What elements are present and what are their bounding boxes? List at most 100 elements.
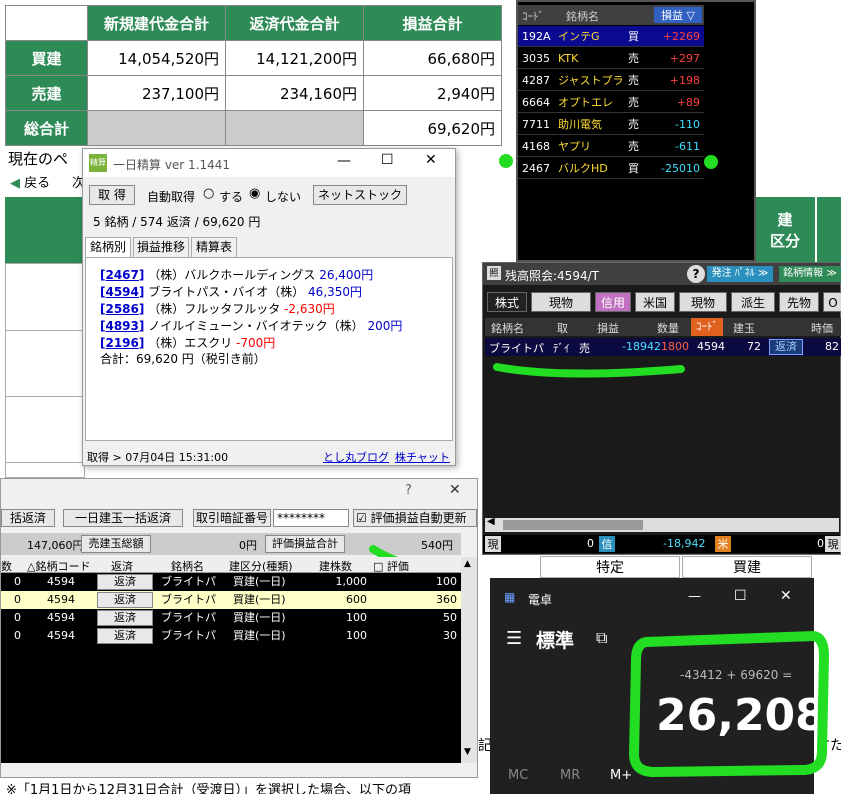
bulk-repay-button[interactable]: 括返済 (1, 509, 55, 527)
row-code: 4594 (47, 629, 75, 642)
row-repay-button[interactable]: 返済 (97, 592, 153, 608)
zandaka-tab[interactable]: 現物 (531, 292, 591, 312)
row-repay-button[interactable]: 返済 (97, 610, 153, 626)
table-row[interactable]: 0 4594 返済 ブライトパ 買建(一日) 100 30 (1, 627, 461, 645)
ranking-code: 3035 (522, 52, 550, 65)
position-row[interactable]: ブライトパ ﾃﾞｲ 売 -18942 1800 4594 72 返済 82 (485, 338, 841, 356)
auto-fetch-label: 自動取得 (147, 190, 196, 204)
green-dot-annotation (704, 155, 718, 169)
stock-info-button[interactable]: 銘柄情報 ≫ (779, 266, 841, 282)
radio-off-selected[interactable]: ◉ (249, 186, 260, 201)
close-icon[interactable]: ✕ (449, 482, 461, 498)
summary-table: 新規建代金合計 返済代金合計 損益合計 買建 14,054,520円 14,12… (5, 5, 502, 146)
scroll-up-icon[interactable]: ▲ (464, 559, 471, 569)
repay-button[interactable]: 返済 (769, 339, 803, 355)
row-name: ブライトパ (161, 629, 216, 642)
zandaka-tab[interactable]: 先物 (779, 292, 819, 312)
ranking-row[interactable]: 4168 ヤプリ 売 -611 (518, 136, 704, 157)
sort-pl-header[interactable]: 損益 ▽ (654, 7, 702, 23)
stock-name: ノイルイミューン・バイオテック（株） (148, 319, 364, 333)
scroll-down-icon[interactable]: ▼ (464, 747, 471, 757)
table-row[interactable]: 0 4594 返済 ブライトパ 買建(一日) 1,000 100 (1, 573, 461, 591)
bottom-note: ※「1月1日から12月31日合計（受渡日）」を選択した場合、以下の項 (6, 783, 412, 794)
ranking-name: オプトエレ (558, 96, 613, 109)
tab-pl-trend[interactable]: 損益推移 (133, 237, 189, 257)
ranking-code: 2467 (522, 162, 550, 175)
window-icon: 照 (487, 266, 501, 280)
ranking-name: KTK (558, 52, 579, 65)
scroll-thumb[interactable] (503, 520, 643, 530)
auto-update-checkbox[interactable]: ☑ 評価損益自動更新 (353, 509, 477, 527)
tab-by-stock[interactable]: 銘柄別 (85, 237, 131, 257)
close-icon[interactable]: ✕ (780, 588, 792, 604)
row-repay-button[interactable]: 返済 (97, 628, 153, 644)
stock-code-link[interactable]: 2467 (105, 268, 138, 282)
netstock-button[interactable]: ネットストック (313, 185, 407, 205)
zandaka-tab[interactable]: O (823, 292, 841, 312)
ranking-row[interactable]: 2467 バルクHD 買 -25010 (518, 158, 704, 179)
ranking-row[interactable]: 3035 KTK 売 +297 (518, 48, 704, 69)
order-panel-button[interactable]: 発注 ﾊﾟﾈﾙ ≫ (707, 266, 773, 282)
header-repay-total: 返済代金合計 (225, 5, 364, 41)
close-icon[interactable]: ✕ (425, 152, 437, 168)
row-code: 4594 (47, 611, 75, 624)
ranking-row[interactable]: 4287 ジャストプラ売 +198 (518, 70, 704, 91)
row-eval: 30 (443, 629, 457, 642)
maximize-icon[interactable]: ☐ (734, 588, 747, 604)
title-bar: 照 残高照会:4594/T ? 発注 ﾊﾟﾈﾙ ≫ 銘柄情報 ≫ (483, 263, 841, 285)
scroll-left-icon[interactable]: ◀ (487, 516, 495, 527)
maximize-icon[interactable]: ☐ (381, 152, 394, 168)
stock-code-link[interactable]: 2586 (105, 302, 138, 316)
ranking-row[interactable]: 7711 助川電気 売 -110 (518, 114, 704, 135)
ranking-window: ｺｰﾄﾞ 銘柄名 損益 ▽ 192A インテG 買 +2269 3035 KTK 売 +297… (516, 0, 756, 262)
memory-recall-button[interactable]: MR (560, 768, 580, 783)
row-repay-button[interactable]: 返済 (97, 574, 153, 590)
day-bulk-repay-button[interactable]: 一日建玉一括返済 (63, 509, 183, 527)
ranking-row[interactable]: 6664 オプトエレ 売 +89 (518, 92, 704, 113)
zandaka-tab[interactable]: 派生 (731, 292, 775, 312)
hamburger-menu-icon[interactable]: ☰ (506, 628, 522, 649)
ranking-side: 買 (628, 162, 639, 175)
zandaka-tab[interactable]: 現物 (679, 292, 727, 312)
help-icon[interactable]: ? (405, 483, 412, 498)
back-link[interactable]: ◀ 戻る (10, 172, 50, 191)
pin-input[interactable]: ******** (273, 509, 349, 527)
keep-on-top-icon[interactable]: ⧉ (596, 628, 607, 648)
help-icon[interactable]: ? (687, 265, 705, 283)
tab-settlement-table[interactable]: 精算表 (191, 237, 237, 257)
stock-code-link[interactable]: 4594 (105, 285, 138, 299)
memory-clear-button[interactable]: MC (508, 768, 528, 783)
chart-link[interactable]: 株チャット (395, 449, 450, 465)
calculator-app-icon: ▦ (504, 590, 516, 604)
radio-on[interactable]: ○ (203, 186, 214, 201)
ranking-row[interactable]: 192A インテG 買 +2269 (518, 26, 704, 47)
minimize-icon[interactable]: — (688, 589, 701, 604)
zandaka-tab[interactable]: 株式 (487, 292, 527, 312)
zandaka-tab[interactable]: 信用 (595, 292, 631, 312)
sort-down-icon: ▽ (683, 9, 695, 22)
position-pl: -18942 (622, 340, 661, 353)
ranking-name: バルクHD (558, 162, 608, 175)
minimize-icon[interactable]: — (337, 153, 351, 169)
table-row[interactable]: 0 4594 返済 ブライトパ 買建(一日) 600 360 (1, 591, 461, 609)
fetch-button[interactable]: 取 得 (89, 185, 135, 205)
blog-link[interactable]: とし丸ブログ (323, 449, 389, 465)
horizontal-scrollbar[interactable]: ◀ (485, 516, 839, 532)
row-count: 0 (14, 611, 21, 624)
position-name: ブライトパ (489, 342, 544, 355)
stock-code-link[interactable]: 2196 (105, 336, 138, 350)
title-bar: 精算 一日精算 ver 1.1441 — ☐ ✕ (83, 149, 455, 177)
sell-total-label: 売建玉総額 (81, 535, 151, 553)
ranking-name: 助川電気 (558, 118, 602, 131)
table-row[interactable]: 0 4594 返済 ブライトパ 買建(一日) 100 50 (1, 609, 461, 627)
zandaka-tab[interactable]: 米国 (635, 292, 675, 312)
table-header: 数 △銘柄コード 返済 銘柄名 建区分(種類) 建株数 □ 評価 (1, 557, 461, 573)
radio-on-label: する (219, 190, 244, 204)
header-pl-total: 損益合計 (363, 5, 502, 41)
stock-code-link[interactable]: 4893 (105, 319, 138, 333)
table-header-cell: 建区分 (755, 197, 815, 263)
cell-value: 237,100円 (87, 75, 226, 111)
ranking-name: ジャストプラ (558, 74, 624, 87)
vertical-scrollbar[interactable]: ▲ ▼ (461, 557, 477, 763)
checkbox-checked-icon: ☑ (356, 511, 367, 525)
